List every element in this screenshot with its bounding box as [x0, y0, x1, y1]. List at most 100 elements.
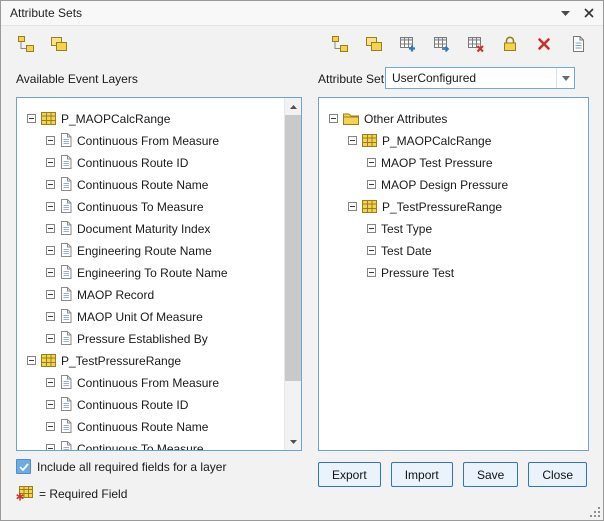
layer-tree-item[interactable]: MAOP Record — [17, 283, 284, 305]
attribute-tree-item[interactable]: P_MAOPCalcRange — [319, 129, 588, 151]
layer-tree-item[interactable]: MAOP Unit Of Measure — [17, 305, 284, 327]
document-icon[interactable] — [568, 34, 588, 54]
collapse-minus-icon[interactable] — [46, 268, 55, 277]
attribute-tree-item-label: Pressure Test — [381, 265, 454, 280]
layer-tree-item-label: Continuous To Measure — [77, 441, 204, 452]
attribute-set-tree: Other AttributesP_MAOPCalcRange MAOP Test… — [319, 98, 588, 283]
event-layer-icon — [362, 134, 377, 147]
collapse-minus-icon[interactable] — [348, 202, 357, 211]
collapse-minus-icon[interactable] — [46, 378, 55, 387]
layer-tree-item[interactable]: Document Maturity Index — [17, 217, 284, 239]
table-remove-icon[interactable] — [466, 34, 486, 54]
field-icon — [60, 375, 72, 389]
scroll-up-button[interactable] — [285, 98, 301, 115]
layer-tree-item[interactable]: Continuous To Measure — [17, 195, 284, 217]
layer-tree-item[interactable]: Continuous Route Name — [17, 415, 284, 437]
attribute-set-dropdown[interactable]: UserConfigured — [385, 67, 575, 89]
attribute-set-value: UserConfigured — [386, 71, 556, 85]
collapse-minus-icon[interactable] — [46, 312, 55, 321]
collapse-minus-icon[interactable] — [46, 246, 55, 255]
attribute-tree-item[interactable]: MAOP Test Pressure — [319, 151, 588, 173]
table-add-icon[interactable] — [398, 34, 418, 54]
field-icon — [60, 177, 72, 191]
add-branch-icon[interactable] — [16, 34, 36, 54]
collapse-minus-icon[interactable] — [46, 290, 55, 299]
resize-grip-icon[interactable] — [589, 506, 601, 518]
field-icon — [60, 441, 72, 451]
layer-tree-item[interactable]: Engineering Route Name — [17, 239, 284, 261]
collapse-minus-icon[interactable] — [348, 136, 357, 145]
collapse-minus-icon[interactable] — [46, 202, 55, 211]
lock-icon[interactable] — [500, 34, 520, 54]
required-field-icon — [16, 486, 33, 501]
table-export-icon[interactable] — [432, 34, 452, 54]
layer-tree-item[interactable]: Continuous From Measure — [17, 129, 284, 151]
include-required-checkbox[interactable] — [16, 459, 31, 474]
attribute-tree-item[interactable]: Test Date — [319, 239, 588, 261]
collapse-minus-icon[interactable] — [46, 422, 55, 431]
field-icon — [60, 155, 72, 169]
close-icon[interactable] — [582, 6, 596, 20]
save-button[interactable]: Save — [463, 462, 518, 487]
field-icon — [60, 287, 72, 301]
scrollbar-thumb[interactable] — [285, 115, 301, 381]
attribute-tree-item[interactable]: Other Attributes — [319, 107, 588, 129]
layer-tree-item[interactable]: Continuous Route ID — [17, 393, 284, 415]
collapse-minus-icon[interactable] — [27, 356, 36, 365]
attribute-tree-item[interactable]: Test Type — [319, 217, 588, 239]
layer-tree-item[interactable]: Continuous To Measure — [17, 437, 284, 451]
layer-tree-item-label: Continuous Route Name — [77, 177, 208, 192]
import-button[interactable]: Import — [391, 462, 453, 487]
attribute-tree-item[interactable]: Pressure Test — [319, 261, 588, 283]
dialog-title: Attribute Sets — [10, 1, 82, 25]
collapse-minus-icon[interactable] — [46, 400, 55, 409]
layer-tree-item[interactable]: Pressure Established By — [17, 327, 284, 349]
close-button[interactable]: Close — [528, 462, 587, 487]
collapse-minus-icon[interactable] — [367, 224, 376, 233]
collapse-minus-icon[interactable] — [27, 114, 36, 123]
attribute-tree-item-label: Test Date — [381, 243, 432, 258]
layer-tree-item[interactable]: Continuous From Measure — [17, 371, 284, 393]
event-layer-icon — [41, 354, 56, 367]
collapse-minus-icon[interactable] — [329, 114, 338, 123]
attribute-set-label: Attribute Set: — [318, 72, 387, 86]
layer-tree-item-label: Pressure Established By — [77, 331, 208, 346]
collapse-minus-icon[interactable] — [46, 444, 55, 452]
collapse-minus-icon[interactable] — [46, 136, 55, 145]
vertical-scrollbar[interactable] — [284, 98, 301, 450]
layer-tree-item[interactable]: Continuous Route Name — [17, 173, 284, 195]
layer-tree-item-label: MAOP Unit Of Measure — [77, 309, 203, 324]
layer-tree-item[interactable]: Engineering To Route Name — [17, 261, 284, 283]
layers-icon[interactable] — [49, 34, 69, 54]
layer-tree-item[interactable]: P_TestPressureRange — [17, 349, 284, 371]
layer-tree-item[interactable]: Continuous Route ID — [17, 151, 284, 173]
field-icon — [60, 331, 72, 345]
layer-tree-item-label: Document Maturity Index — [77, 221, 210, 236]
attribute-tree-item[interactable]: P_TestPressureRange — [319, 195, 588, 217]
collapse-minus-icon[interactable] — [367, 268, 376, 277]
collapse-minus-icon[interactable] — [367, 246, 376, 255]
attribute-tree-item-label: MAOP Design Pressure — [381, 177, 508, 192]
layer-tree-item-label: Engineering Route Name — [77, 243, 212, 258]
collapse-minus-icon[interactable] — [367, 180, 376, 189]
scroll-down-button[interactable] — [285, 433, 301, 450]
attribute-tree-item-label: MAOP Test Pressure — [381, 155, 493, 170]
attribute-tree-item[interactable]: MAOP Design Pressure — [319, 173, 588, 195]
field-icon — [60, 309, 72, 323]
collapse-minus-icon[interactable] — [367, 158, 376, 167]
collapse-minus-icon[interactable] — [46, 224, 55, 233]
layer-tree-item-label: MAOP Record — [77, 287, 154, 302]
field-icon — [60, 243, 72, 257]
collapse-minus-icon[interactable] — [46, 334, 55, 343]
window-menu-icon[interactable] — [558, 6, 572, 20]
layer-tree-item-label: Engineering To Route Name — [77, 265, 228, 280]
export-button[interactable]: Export — [318, 462, 381, 487]
chevron-down-icon[interactable] — [556, 68, 574, 88]
add-branch-icon[interactable] — [330, 34, 350, 54]
layer-tree-item[interactable]: P_MAOPCalcRange — [17, 107, 284, 129]
collapse-minus-icon[interactable] — [46, 180, 55, 189]
event-layer-icon — [41, 112, 56, 125]
delete-x-icon[interactable] — [534, 34, 554, 54]
collapse-minus-icon[interactable] — [46, 158, 55, 167]
layers-icon[interactable] — [364, 34, 384, 54]
